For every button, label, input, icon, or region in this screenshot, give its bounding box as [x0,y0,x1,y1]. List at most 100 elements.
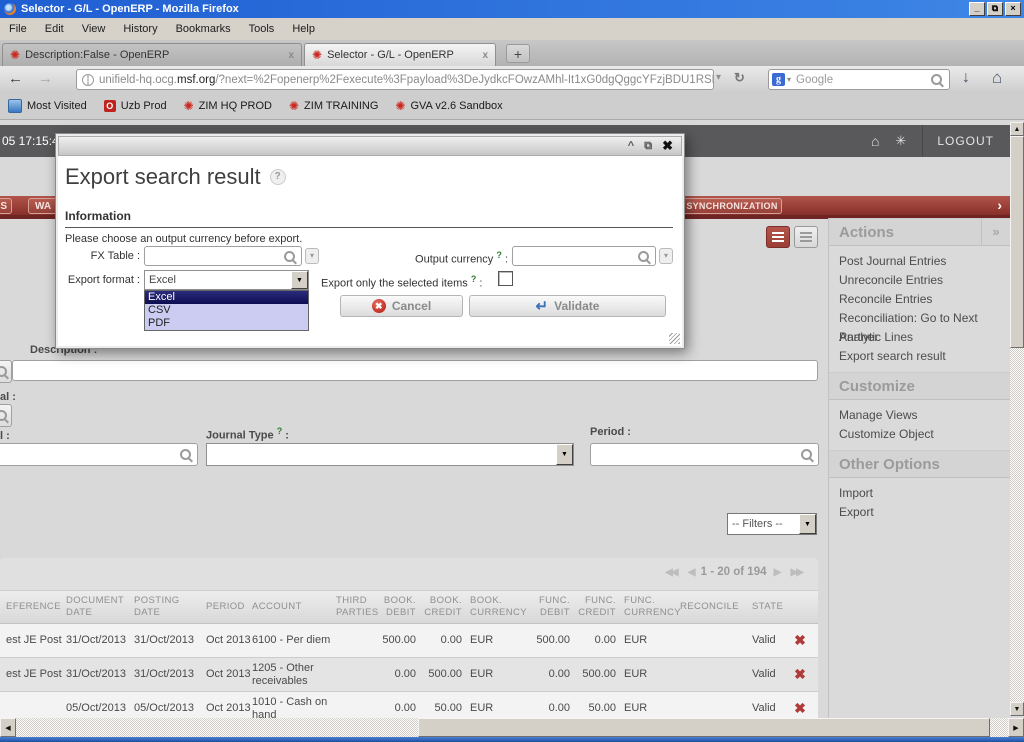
site-identity-icon[interactable] [82,74,94,86]
validate-button[interactable]: ↵ Validate [469,295,666,317]
sidebar-item-export[interactable]: Export [829,503,1010,522]
col-func-currency[interactable]: FUNC. CURRENCY [624,595,680,619]
menu-file[interactable]: File [0,23,36,35]
sidebar-item-reconcile-entries[interactable]: Reconcile Entries [829,290,1010,309]
scroll-up-icon[interactable]: ▲ [1010,122,1024,136]
col-reconcile[interactable]: RECONCILE [680,601,752,613]
lookup-button[interactable] [0,404,12,427]
journal-type-select[interactable]: ▼ [206,443,574,466]
horizontal-scrollbar[interactable]: ◀ ▶ [0,718,1024,737]
col-func-debit[interactable]: FUNC. DEBIT [522,595,578,619]
scroll-right-icon[interactable]: ▶ [1008,718,1024,737]
dialog-collapse-icon[interactable]: ^ [628,140,634,152]
forward-button[interactable]: → [38,70,53,87]
sidebar-item-analytic-lines[interactable]: Analytic Lines [829,328,1010,347]
home-icon[interactable]: ⌂ [992,68,1002,88]
chevron-down-icon[interactable]: ▼ [799,514,816,534]
horizontal-scroll-thumb[interactable] [418,718,990,737]
fx-table-input[interactable] [144,246,302,266]
bookmark-zim-training[interactable]: ✺ ZIM TRAINING [289,100,378,112]
menu-help[interactable]: Help [283,23,324,35]
app-menu-tab-synchronization[interactable]: SYNCHRONIZATION [682,198,782,214]
search-icon[interactable] [931,74,942,85]
col-book-debit[interactable]: BOOK. DEBIT [380,595,424,619]
scroll-left-icon[interactable]: ◀ [0,718,16,737]
tab-description-false[interactable]: ✺ Description:False - OpenERP x [2,43,302,66]
dropdown-option-csv[interactable]: CSV [145,304,308,317]
menu-edit[interactable]: Edit [36,23,73,35]
app-home-icon[interactable]: ⌂ [871,133,879,149]
tab-close-icon[interactable]: x [482,50,488,61]
sidebar-item-reconciliation-next-partner[interactable]: Reconciliation: Go to Next Partner [829,309,1010,328]
col-document-date[interactable]: DOCUMENT DATE [66,595,134,619]
dropdown-option-pdf[interactable]: PDF [145,317,308,330]
chevron-down-icon[interactable]: ▼ [291,271,308,289]
delete-row-icon[interactable]: ✖ [790,634,810,647]
new-tab-button[interactable]: + [506,44,530,63]
logout-button[interactable]: LOGOUT [937,134,994,148]
col-book-credit[interactable]: BOOK. CREDIT [424,595,470,619]
vertical-scroll-thumb[interactable] [1010,136,1024,348]
table-row[interactable]: est JE Post 31/Oct/2013 31/Oct/2013 Oct … [0,624,818,658]
last-page-icon[interactable]: ▶▶ [791,567,802,578]
scroll-down-icon[interactable]: ▼ [1010,702,1024,716]
output-currency-dropdown-icon[interactable]: ▾ [659,248,673,264]
dialog-resize-handle[interactable] [669,333,680,344]
delete-row-icon[interactable]: ✖ [790,702,810,715]
col-third-parties[interactable]: THIRD PARTIES [336,595,380,619]
google-engine-icon[interactable]: g [772,73,785,86]
menu-bookmarks[interactable]: Bookmarks [167,23,240,35]
dialog-close-icon[interactable]: ✖ [662,138,673,154]
menu-view[interactable]: View [73,23,115,35]
url-bar[interactable]: unifield-hq.ocg.msf.org/?next=%2Fopenerp… [76,69,714,90]
col-book-currency[interactable]: BOOK. CURRENCY [470,595,522,619]
output-currency-input[interactable] [512,246,656,266]
filters-select[interactable]: -- Filters -- ▼ [727,513,817,535]
menu-overflow-chevron-icon[interactable]: › [997,197,1002,213]
bookmark-uzb-prod[interactable]: O Uzb Prod [104,100,167,112]
next-page-icon[interactable]: ▶ [774,567,780,578]
tab-close-icon[interactable]: x [288,50,294,61]
export-selected-checkbox[interactable] [498,271,513,286]
restore-button[interactable]: ⧉ [987,2,1003,16]
journal-input[interactable] [0,443,198,466]
list-view-toggle-button[interactable] [766,226,790,248]
search-engine-dropdown-icon[interactable]: ▾ [787,75,791,84]
sidebar-item-import[interactable]: Import [829,484,1010,503]
back-button[interactable]: ← [8,70,23,87]
chevron-down-icon[interactable]: ▼ [556,444,573,465]
prev-page-icon[interactable]: ◀ [688,567,694,578]
col-period[interactable]: PERIOD [206,601,252,613]
sidebar-item-unreconcile-entries[interactable]: Unreconcile Entries [829,271,1010,290]
col-posting-date[interactable]: POSTING DATE [134,595,206,619]
sidebar-item-customize-object[interactable]: Customize Object [829,425,1010,444]
gear-icon[interactable]: ✳ [895,133,906,149]
app-menu-tab-partial-1[interactable]: S [0,198,12,214]
table-row[interactable]: est JE Post 31/Oct/2013 31/Oct/2013 Oct … [0,658,818,692]
minimize-button[interactable]: _ [969,2,985,16]
bookmark-most-visited[interactable]: Most Visited [8,99,87,113]
search-input[interactable]: Google [796,74,931,86]
help-badge-icon[interactable]: ? [270,169,286,185]
fx-table-dropdown-icon[interactable]: ▾ [305,248,319,264]
col-state[interactable]: STATE [752,601,790,613]
download-icon[interactable]: ↓ [962,69,970,87]
reload-icon[interactable]: ↻ [734,70,745,86]
col-account[interactable]: ACCOUNT [252,601,336,613]
export-format-select[interactable]: Excel ▼ [144,270,309,290]
col-func-credit[interactable]: FUNC. CREDIT [578,595,624,619]
bookmark-gva-sandbox[interactable]: ✺ GVA v2.6 Sandbox [395,100,502,112]
col-reference[interactable]: EFERENCE [6,601,66,613]
cancel-button[interactable]: ✖ Cancel [340,295,463,317]
dialog-popout-icon[interactable]: ⧉ [644,140,652,153]
bookmark-zim-hq-prod[interactable]: ✺ ZIM HQ PROD [184,100,272,112]
collapse-chevron-icon[interactable]: » [981,219,1010,245]
vertical-scrollbar[interactable]: ▲ ▼ [1010,122,1024,716]
sidebar-item-export-search-result[interactable]: Export search result [829,347,1010,366]
form-view-toggle-button[interactable] [794,226,818,248]
tab-selector-gl[interactable]: ✺ Selector - G/L - OpenERP x [304,43,496,66]
dropdown-option-excel[interactable]: Excel [145,291,308,304]
description-input[interactable] [12,360,818,381]
sidebar-item-manage-views[interactable]: Manage Views [829,406,1010,425]
url-dropdown-icon[interactable]: ▾ [716,72,721,83]
